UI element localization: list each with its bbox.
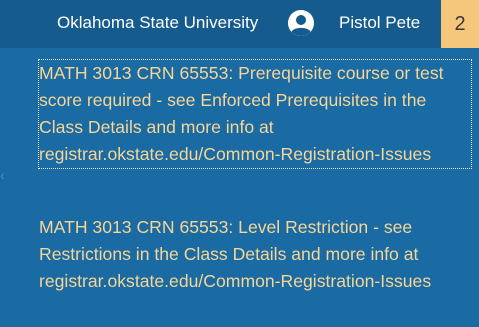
chevron-left-icon: ‹ [0,167,5,183]
notification-count-badge[interactable]: 2 [441,0,479,48]
notification-messages-panel: ‹ MATH 3013 CRN 65553: Prerequisite cour… [0,48,479,327]
registration-error-message[interactable]: MATH 3013 CRN 65553: Prerequisite course… [38,59,472,169]
registration-error-message[interactable]: MATH 3013 CRN 65553: Level Restriction -… [39,214,471,295]
top-header-bar: Oklahoma State University Pistol Pete 2 [0,0,479,48]
user-avatar-icon[interactable] [288,10,314,36]
user-name-menu[interactable]: Pistol Pete [339,12,420,34]
institution-name: Oklahoma State University [57,13,259,32]
